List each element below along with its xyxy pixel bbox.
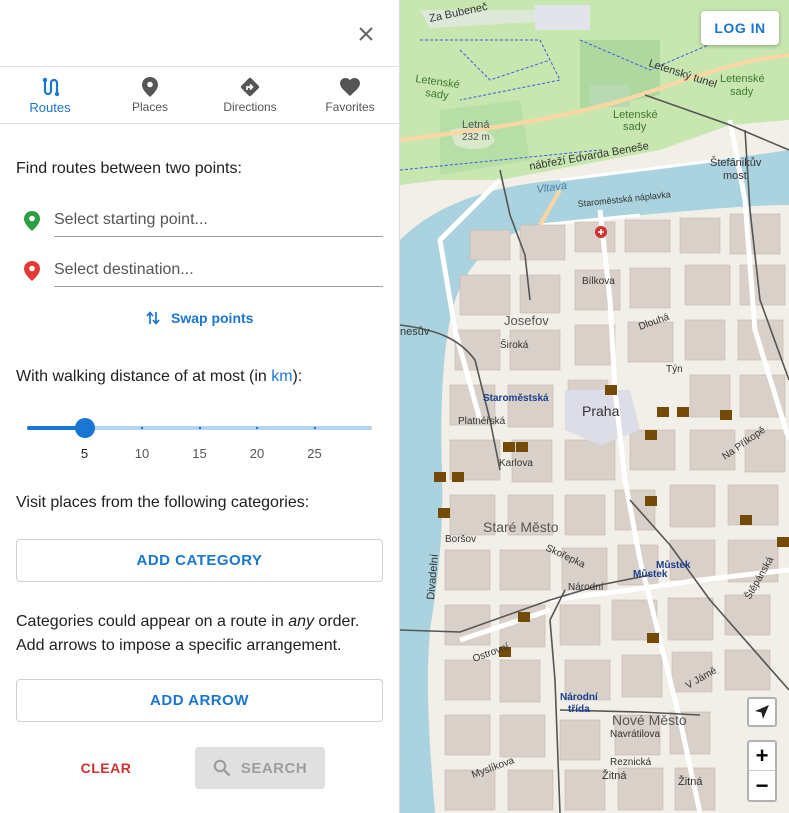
- swap-points-button[interactable]: Swap points: [145, 310, 253, 326]
- add-arrow-button[interactable]: ADD ARROW: [16, 679, 383, 722]
- search-label: SEARCH: [240, 759, 308, 777]
- start-point-input[interactable]: [54, 207, 383, 229]
- map-label: Staré Město: [483, 519, 559, 535]
- add-category-label: ADD CATEGORY: [136, 552, 263, 569]
- order-note-text-end: order.: [313, 613, 360, 630]
- locate-me-button[interactable]: [747, 697, 777, 727]
- start-pin-icon: [24, 211, 40, 236]
- map-label: Boršov: [445, 534, 476, 545]
- destination-input[interactable]: [54, 257, 383, 279]
- map-label: Štefánikův: [710, 156, 762, 169]
- map-label: Staroměstská: [483, 393, 549, 404]
- slider-mark: [198, 427, 201, 429]
- map-label: Praha: [582, 403, 620, 419]
- slider-mark-label: 25: [307, 446, 322, 461]
- slider-mark-label: 5: [80, 446, 89, 461]
- search-icon: [213, 759, 231, 777]
- map-label: Žitná: [678, 775, 703, 788]
- map-label: třída: [568, 704, 590, 715]
- order-note: Categories could appear on a route in an…: [16, 610, 359, 658]
- search-button[interactable]: SEARCH: [195, 747, 325, 789]
- slider-mark-label: 20: [249, 446, 265, 461]
- tab-routes[interactable]: Routes: [0, 67, 100, 123]
- place-pin-icon: [142, 76, 158, 98]
- map-label: Národní: [568, 582, 604, 593]
- map-label: Letenské: [613, 109, 658, 121]
- map-label: Platnéřská: [458, 416, 506, 427]
- zoom-out-button[interactable]: −: [749, 771, 775, 800]
- map-label: Josefov: [504, 313, 549, 328]
- map-label: Karlova: [499, 458, 533, 469]
- tab-favorites-label: Favorites: [325, 100, 375, 114]
- map-label: most: [723, 170, 747, 182]
- start-point-field: [54, 207, 383, 237]
- slider-mark: [313, 427, 316, 429]
- heart-icon: [340, 76, 360, 98]
- order-note-emphasis: any: [288, 613, 314, 630]
- tab-bar: Routes Places Directions Favorites: [0, 66, 400, 124]
- tab-directions[interactable]: Directions: [200, 67, 300, 123]
- destination-pin-icon: [24, 261, 40, 286]
- zoom-control: + −: [747, 740, 777, 802]
- side-panel: Routes Places Directions Favorites Find …: [0, 0, 400, 813]
- walking-distance-text-end: ):: [292, 368, 303, 385]
- tab-routes-label: Routes: [29, 99, 71, 115]
- route-icon: [40, 76, 60, 98]
- navigation-arrow-icon: [755, 705, 769, 719]
- map-label: Nové Město: [612, 712, 687, 728]
- distance-unit: km: [271, 368, 293, 385]
- map-label: nesův: [400, 326, 430, 338]
- map-label: sady: [623, 121, 647, 133]
- map-label: Letenské: [720, 73, 765, 85]
- clear-label: CLEAR: [80, 760, 132, 776]
- map-label: 232 m: [462, 132, 490, 143]
- map-label: Národní: [560, 692, 599, 703]
- map-label: Žitná: [602, 769, 627, 782]
- clear-button[interactable]: CLEAR: [76, 755, 136, 781]
- destination-field: [54, 257, 383, 287]
- map-view[interactable]: Za Bubeneč Letenské sady Letenské sady L…: [400, 0, 789, 813]
- slider-mark-label: 10: [134, 446, 150, 461]
- login-label: LOG IN: [714, 20, 766, 36]
- add-category-button[interactable]: ADD CATEGORY: [16, 539, 383, 582]
- directions-icon: [240, 76, 260, 98]
- map-label: Letná: [462, 119, 490, 131]
- tab-favorites[interactable]: Favorites: [300, 67, 400, 123]
- order-note-line2: Add arrows to impose a specific arrangem…: [16, 637, 342, 654]
- slider-thumb[interactable]: [74, 418, 95, 438]
- tab-directions-label: Directions: [223, 100, 277, 114]
- swap-points-label: Swap points: [171, 310, 254, 326]
- map-label: Bílkova: [582, 276, 615, 287]
- login-button[interactable]: LOG IN: [701, 11, 779, 45]
- slider-mark: [141, 427, 143, 429]
- map-label: sady: [730, 86, 754, 98]
- swap-icon: [146, 311, 160, 325]
- slider-mark-label: 15: [192, 446, 207, 461]
- walking-distance-text: With walking distance of at most (in: [16, 368, 272, 385]
- close-icon[interactable]: [353, 21, 379, 47]
- map-label: Týn: [666, 364, 683, 375]
- add-arrow-label: ADD ARROW: [150, 692, 249, 709]
- slider-mark: [256, 427, 258, 429]
- zoom-in-button[interactable]: +: [749, 742, 775, 771]
- categories-heading: Visit places from the following categori…: [16, 494, 310, 511]
- walking-distance-slider[interactable]: 5 10 15 20 25: [27, 412, 373, 461]
- walking-distance-label: With walking distance of at most (in km)…: [16, 368, 302, 386]
- tab-places[interactable]: Places: [100, 67, 200, 123]
- map-label: Reznická: [610, 757, 652, 768]
- tab-places-label: Places: [131, 100, 169, 114]
- map-label: Navrátilova: [610, 729, 660, 740]
- map-canvas: Za Bubeneč Letenské sady Letenské sady L…: [400, 0, 789, 813]
- map-label: Široká: [500, 338, 529, 351]
- map-label: Můstek: [633, 568, 668, 580]
- find-routes-heading: Find routes between two points:: [16, 160, 242, 177]
- order-note-text: Categories could appear on a route in: [16, 613, 289, 630]
